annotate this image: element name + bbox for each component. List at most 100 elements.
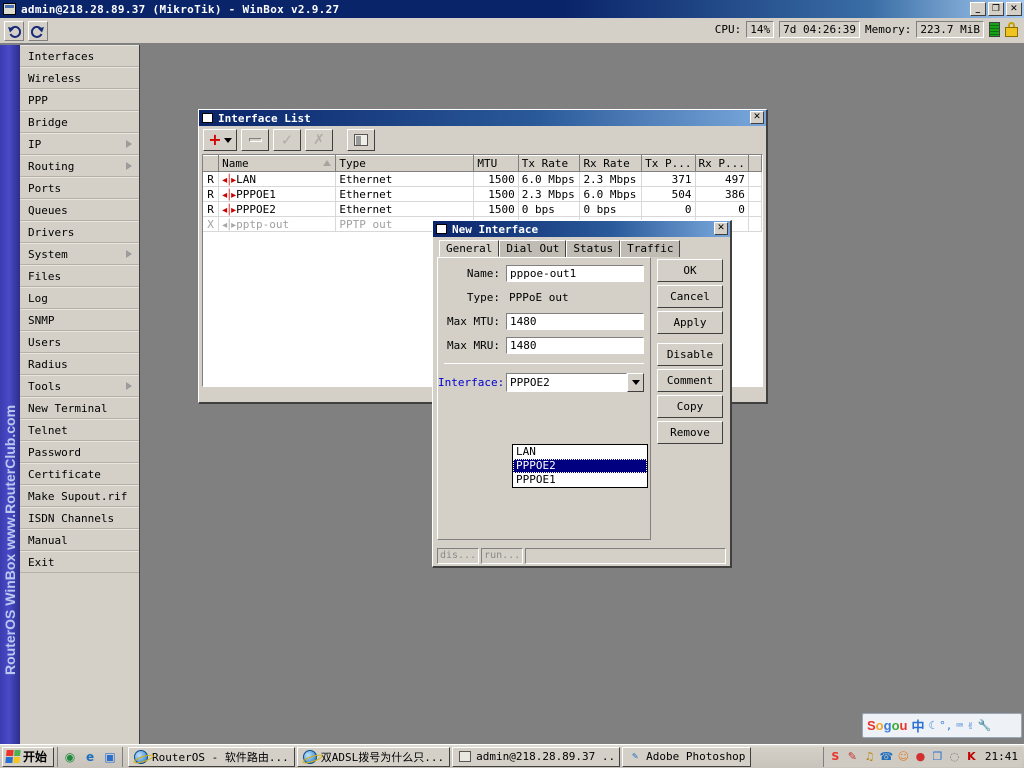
sogou-mode-toggle[interactable]: 中 xyxy=(911,716,924,735)
sidebar-item-log[interactable]: Log xyxy=(20,287,139,309)
enable-interface-button[interactable]: ✓ xyxy=(273,129,301,151)
sidebar-item-certificate[interactable]: Certificate xyxy=(20,463,139,485)
cell-tx-rate: 2.3 Mbps xyxy=(518,186,581,202)
redo-button[interactable] xyxy=(28,20,48,41)
sidebar-item-isdn-channels[interactable]: ISDN Channels xyxy=(20,507,139,529)
table-row[interactable]: R ◂│▸LAN Ethernet 1500 6.0 Mbps 2.3 Mbps 371 49… xyxy=(203,171,762,187)
sidebar-item-routing[interactable]: Routing xyxy=(20,155,139,177)
sogou-punctuation-icon[interactable]: °, xyxy=(939,719,952,732)
column-header-name[interactable]: Name xyxy=(218,155,337,172)
tab-general[interactable]: General xyxy=(439,240,500,257)
sidebar-item-bridge[interactable]: Bridge xyxy=(20,111,139,133)
restore-button[interactable]: ❐ xyxy=(988,2,1004,16)
ok-button[interactable]: OK xyxy=(657,259,723,282)
sidebar-item-exit[interactable]: Exit xyxy=(20,551,139,573)
sidebar-item-ports[interactable]: Ports xyxy=(20,177,139,199)
sogou-ime-toolbar[interactable]: Sogou 中 ☾ °, ⌨ ✌ 🔧 xyxy=(862,713,1022,738)
undo-button[interactable] xyxy=(4,20,24,41)
comment-button[interactable] xyxy=(347,129,375,151)
add-interface-button[interactable]: + xyxy=(203,129,237,151)
tab-status[interactable]: Status xyxy=(566,240,621,257)
sidebar-item-wireless[interactable]: Wireless xyxy=(20,67,139,89)
sidebar-item-interfaces[interactable]: Interfaces xyxy=(20,45,139,67)
sidebar-item-ppp[interactable]: PPP xyxy=(20,89,139,111)
sidebar-item-ip[interactable]: IP xyxy=(20,133,139,155)
sidebar-item-password[interactable]: Password xyxy=(20,441,139,463)
dropdown-option-pppoe2[interactable]: PPPOE2 xyxy=(513,459,647,473)
modem-tray-icon[interactable]: ☎ xyxy=(879,749,894,764)
interface-name-label: PPPOE2 xyxy=(236,202,276,216)
network-tray-icon[interactable]: ❐ xyxy=(930,749,945,764)
windows-logo-icon xyxy=(5,750,21,763)
sidebar-item-label: Make Supout.rif xyxy=(28,490,128,503)
sidebar-item-system[interactable]: System xyxy=(20,243,139,265)
table-row[interactable]: R ◂│▸PPPOE1 Ethernet 1500 2.3 Mbps 6.0 Mbps 50… xyxy=(203,186,762,202)
taskbar-button[interactable]: RouterOS - 软件路由... xyxy=(128,746,295,767)
notepad-tray-icon[interactable]: ✎ xyxy=(845,749,860,764)
sidebar-item-new-terminal[interactable]: New Terminal xyxy=(20,397,139,419)
remove-button[interactable]: Remove xyxy=(657,421,723,444)
sidebar-item-drivers[interactable]: Drivers xyxy=(20,221,139,243)
internet-explorer-icon[interactable]: e xyxy=(82,749,98,765)
volume-tray-icon[interactable]: ♫ xyxy=(862,749,877,764)
interface-combobox-toggle[interactable] xyxy=(627,373,644,392)
interface-dropdown-list[interactable]: LAN PPPOE2 PPPOE1 xyxy=(512,444,648,488)
sogou-moon-icon[interactable]: ☾ xyxy=(929,719,936,732)
disable-button[interactable]: Disable xyxy=(657,343,723,366)
max-mtu-input[interactable]: 1480 xyxy=(506,313,644,330)
column-header-tx-p[interactable]: Tx P... xyxy=(641,155,696,172)
column-header-blank[interactable] xyxy=(203,155,220,172)
column-header-mtu[interactable]: MTU xyxy=(473,155,519,172)
column-header-rx-p[interactable]: Rx P... xyxy=(695,155,749,172)
launch-app-icon[interactable]: ▣ xyxy=(102,749,118,765)
sogou-handwriting-icon[interactable]: ✌ xyxy=(967,719,974,732)
sidebar-item-snmp[interactable]: SNMP xyxy=(20,309,139,331)
new-interface-close-button[interactable]: ✕ xyxy=(714,222,728,235)
sidebar-item-telnet[interactable]: Telnet xyxy=(20,419,139,441)
qq-tray-icon[interactable]: ● xyxy=(913,749,928,764)
new-interface-titlebar[interactable]: New Interface ✕ xyxy=(433,221,730,237)
taskbar-button[interactable]: ✎ Adobe Photoshop xyxy=(622,746,752,767)
comment-button[interactable]: Comment xyxy=(657,369,723,392)
disable-interface-button[interactable]: ✗ xyxy=(305,129,333,151)
show-desktop-icon[interactable]: ◉ xyxy=(62,749,78,765)
sidebar-item-users[interactable]: Users xyxy=(20,331,139,353)
status-running-cell: run... xyxy=(481,548,524,564)
start-button[interactable]: 开始 xyxy=(2,746,55,767)
copy-button[interactable]: Copy xyxy=(657,395,723,418)
dropdown-option-lan[interactable]: LAN xyxy=(513,445,647,459)
dropdown-option-pppoe1[interactable]: PPPOE1 xyxy=(513,473,647,487)
tab-dial-out[interactable]: Dial Out xyxy=(499,240,567,257)
sidebar-item-queues[interactable]: Queues xyxy=(20,199,139,221)
sogou-settings-icon[interactable]: 🔧 xyxy=(978,719,992,732)
max-mru-input[interactable]: 1480 xyxy=(506,337,644,354)
name-input[interactable]: pppoe-out1 xyxy=(506,265,644,282)
column-header-label: Rx Rate xyxy=(583,157,630,170)
remove-interface-button[interactable] xyxy=(241,129,269,151)
sidebar-item-files[interactable]: Files xyxy=(20,265,139,287)
sidebar-item-radius[interactable]: Radius xyxy=(20,353,139,375)
sidebar-item-manual[interactable]: Manual xyxy=(20,529,139,551)
user-tray-icon[interactable]: ☺ xyxy=(896,749,911,764)
interface-list-close-button[interactable]: ✕ xyxy=(750,111,764,124)
disc-tray-icon[interactable]: ◌ xyxy=(947,749,962,764)
tab-traffic[interactable]: Traffic xyxy=(620,240,681,257)
column-header-rx-rate[interactable]: Rx Rate xyxy=(579,155,643,172)
kaspersky-tray-icon[interactable]: K xyxy=(964,749,979,764)
sidebar-item-make-supout-rif[interactable]: Make Supout.rif xyxy=(20,485,139,507)
column-header-blank[interactable] xyxy=(748,155,762,172)
sogou-keyboard-icon[interactable]: ⌨ xyxy=(956,719,963,732)
column-header-tx-rate[interactable]: Tx Rate xyxy=(518,155,581,172)
close-button[interactable]: ✕ xyxy=(1006,2,1022,16)
column-header-type[interactable]: Type xyxy=(335,155,475,172)
minimize-button[interactable]: _ xyxy=(970,2,986,16)
table-row[interactable]: R ◂│▸PPPOE2 Ethernet 1500 0 bps 0 bps 0 0 xyxy=(203,201,762,217)
sogou-tray-icon[interactable]: S xyxy=(828,749,843,764)
taskbar-button[interactable]: admin@218.28.89.37 ... xyxy=(452,746,621,767)
interface-list-titlebar[interactable]: Interface List ✕ xyxy=(199,110,766,126)
apply-button[interactable]: Apply xyxy=(657,311,723,334)
interface-combobox[interactable]: PPPOE2 xyxy=(506,373,644,392)
sidebar-item-tools[interactable]: Tools xyxy=(20,375,139,397)
cancel-button[interactable]: Cancel xyxy=(657,285,723,308)
taskbar-button[interactable]: 双ADSL拨号为什么只... xyxy=(296,746,451,767)
